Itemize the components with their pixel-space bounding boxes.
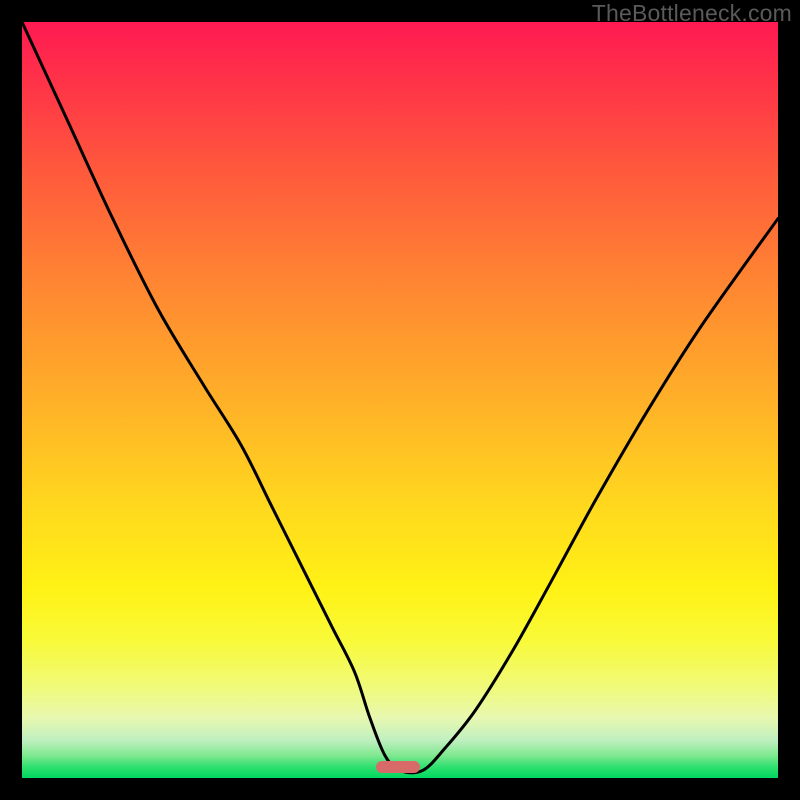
bottleneck-curve [22, 22, 778, 778]
watermark-text: TheBottleneck.com [592, 0, 792, 27]
chart-frame: TheBottleneck.com [0, 0, 800, 800]
optimal-marker [376, 761, 420, 773]
plot-area [22, 22, 778, 778]
